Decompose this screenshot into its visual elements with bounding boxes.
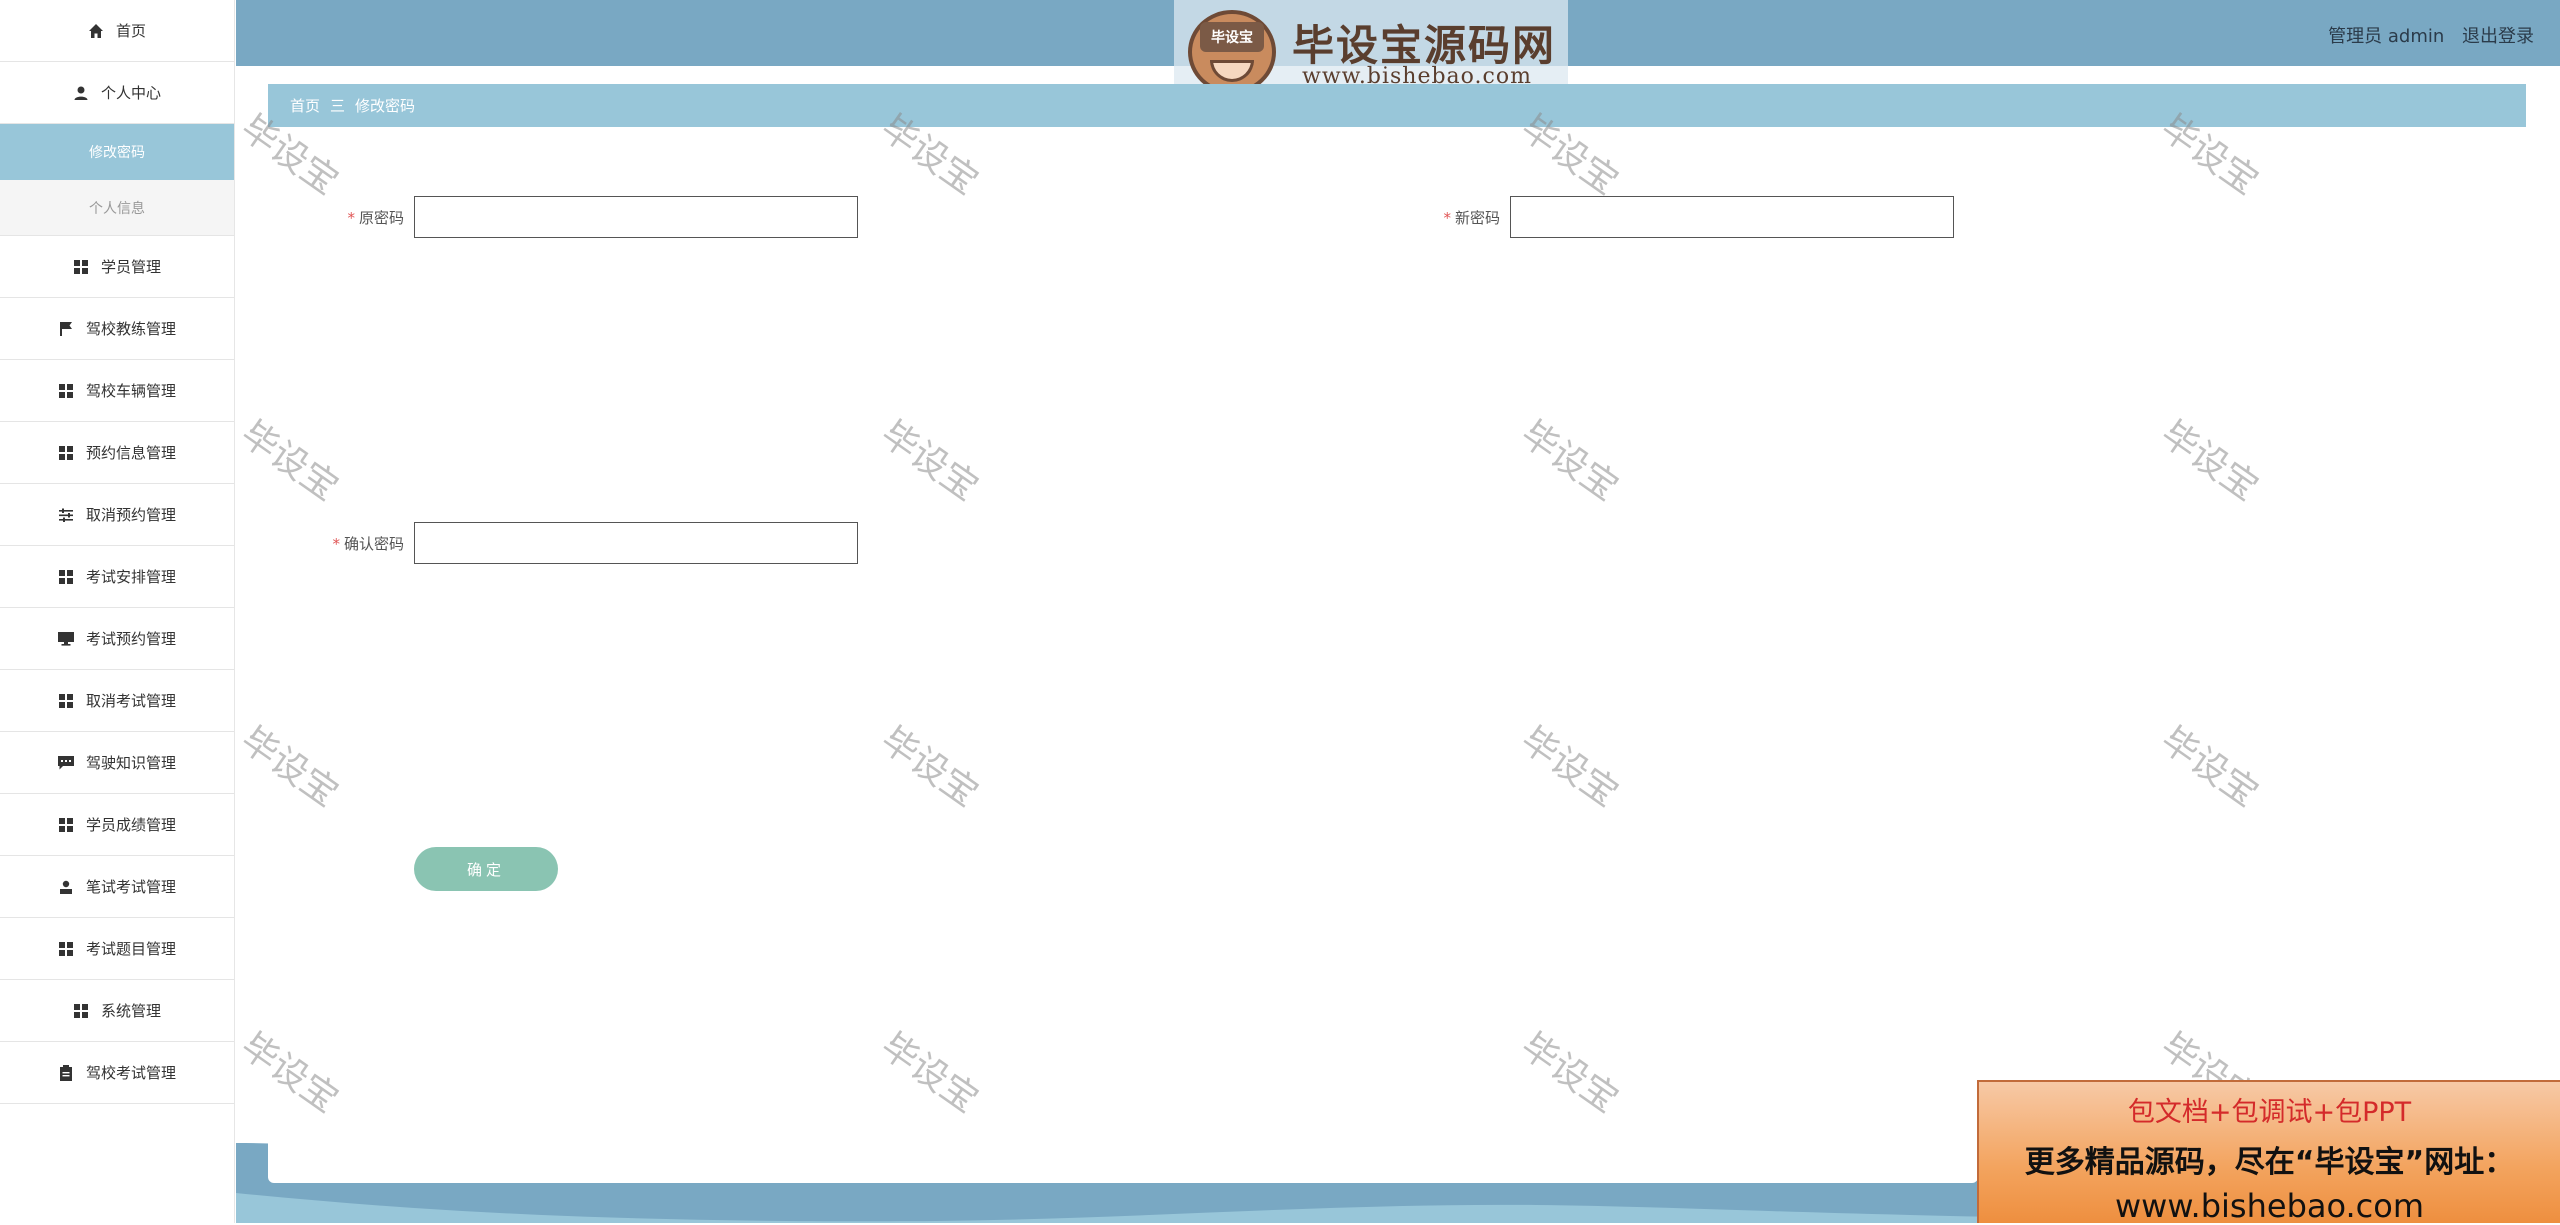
sidebar-item-label: 驾校车辆管理 xyxy=(85,382,176,400)
new-password-input[interactable] xyxy=(1510,196,1954,238)
sidebar-subitem-personal-info[interactable]: 个人信息 xyxy=(0,180,234,236)
watermark-text: 毕设宝 xyxy=(2153,719,2266,815)
ad-line-1: 包文档+包调试+包PPT xyxy=(2127,1097,2412,1128)
user-info: 管理员 admin 退出登录 xyxy=(2328,22,2534,48)
breadcrumb-current: 修改密码 xyxy=(355,97,416,115)
watermark-text: 毕设宝 xyxy=(2153,413,2266,509)
user-icon xyxy=(73,85,89,101)
grid-icon xyxy=(58,383,74,399)
required-mark: * xyxy=(347,209,355,227)
breadcrumb-separator: 三 xyxy=(330,97,346,115)
sidebar-item-cancel-booking-management[interactable]: 取消预约管理 xyxy=(0,484,234,546)
sidebar-item-label: 笔试考试管理 xyxy=(85,878,176,896)
sidebar-item-booking-management[interactable]: 预约信息管理 xyxy=(0,422,234,484)
required-mark: * xyxy=(1443,209,1451,227)
home-icon xyxy=(88,23,104,39)
grid-icon xyxy=(58,817,74,833)
old-password-label: * 原密码 xyxy=(347,209,404,227)
sidebar-item-grade-management[interactable]: 学员成绩管理 xyxy=(0,794,234,856)
confirm-button[interactable]: 确定 xyxy=(414,847,558,891)
sidebar-item-personal-center[interactable]: 个人中心 xyxy=(0,62,234,124)
breadcrumb-home[interactable]: 首页 xyxy=(290,95,320,116)
sidebar-item-home[interactable]: 首页 xyxy=(0,0,234,62)
sidebar-item-label: 首页 xyxy=(115,22,146,40)
flag-icon xyxy=(58,321,74,337)
sidebar-item-label: 个人中心 xyxy=(100,84,161,102)
sidebar-item-written-exam-management[interactable]: 笔试考试管理 xyxy=(0,856,234,918)
sidebar-item-label: 学员管理 xyxy=(100,258,161,276)
monitor-icon xyxy=(57,631,74,647)
sidebar-subitem-change-password[interactable]: 修改密码 xyxy=(0,124,234,180)
sliders-icon xyxy=(58,507,74,523)
grid-icon xyxy=(58,693,74,709)
new-password-label: * 新密码 xyxy=(1443,209,1500,227)
confirm-password-input[interactable] xyxy=(414,522,858,564)
sidebar-item-label: 驾驶知识管理 xyxy=(85,754,176,772)
grid-icon xyxy=(58,445,74,461)
ad-url: www.bishebao.com xyxy=(2114,1187,2425,1225)
sidebar: 首页 个人中心 修改密码 个人信息 学员管理 驾校教练管理 驾校车辆管理 预约信… xyxy=(0,0,235,1223)
sidebar-item-label: 学员成绩管理 xyxy=(85,816,176,834)
clipboard-icon xyxy=(58,1064,74,1081)
sidebar-item-label: 预约信息管理 xyxy=(85,444,176,462)
sidebar-item-driving-exam-management[interactable]: 驾校考试管理 xyxy=(0,1042,234,1104)
sidebar-item-driving-knowledge-management[interactable]: 驾驶知识管理 xyxy=(0,732,234,794)
person-icon xyxy=(58,879,74,895)
sidebar-item-label: 考试安排管理 xyxy=(85,568,176,586)
grid-icon xyxy=(73,1003,89,1019)
sidebar-item-label: 取消预约管理 xyxy=(85,506,176,524)
sidebar-item-question-management[interactable]: 考试题目管理 xyxy=(0,918,234,980)
sidebar-item-vehicle-management[interactable]: 驾校车辆管理 xyxy=(0,360,234,422)
logout-link[interactable]: 退出登录 xyxy=(2462,26,2534,47)
required-mark: * xyxy=(332,535,340,553)
sidebar-item-label: 驾校考试管理 xyxy=(85,1064,176,1082)
ad-line-2: 更多精品源码，尽在“毕设宝”网址： xyxy=(2024,1145,2515,1180)
breadcrumb: 首页 三 修改密码 xyxy=(268,84,2526,127)
old-password-input[interactable] xyxy=(414,196,858,238)
sidebar-item-cancel-exam-management[interactable]: 取消考试管理 xyxy=(0,670,234,732)
sidebar-item-label: 系统管理 xyxy=(100,1002,161,1020)
sidebar-item-label: 驾校教练管理 xyxy=(85,320,176,338)
grid-icon xyxy=(58,941,74,957)
sidebar-item-exam-booking-management[interactable]: 考试预约管理 xyxy=(0,608,234,670)
logo-mascot-icon: 毕设宝 xyxy=(1188,10,1276,94)
logo-badge: 毕设宝 xyxy=(1200,22,1264,52)
sidebar-item-label: 考试预约管理 xyxy=(85,630,176,648)
content-card xyxy=(268,127,1978,1183)
confirm-password-label: * 确认密码 xyxy=(332,535,404,553)
sidebar-item-exam-schedule-management[interactable]: 考试安排管理 xyxy=(0,546,234,608)
chat-icon xyxy=(57,755,74,771)
sidebar-item-student-management[interactable]: 学员管理 xyxy=(0,236,234,298)
grid-icon xyxy=(58,569,74,585)
sidebar-item-label: 考试题目管理 xyxy=(85,940,176,958)
sidebar-item-coach-management[interactable]: 驾校教练管理 xyxy=(0,298,234,360)
sidebar-item-system-management[interactable]: 系统管理 xyxy=(0,980,234,1042)
grid-icon xyxy=(73,259,89,275)
sidebar-item-label: 取消考试管理 xyxy=(85,692,176,710)
user-label: 管理员 admin xyxy=(2328,26,2445,47)
ad-banner[interactable]: 包文档+包调试+包PPT 更多精品源码，尽在“毕设宝”网址： www.bishe… xyxy=(1977,1080,2560,1225)
